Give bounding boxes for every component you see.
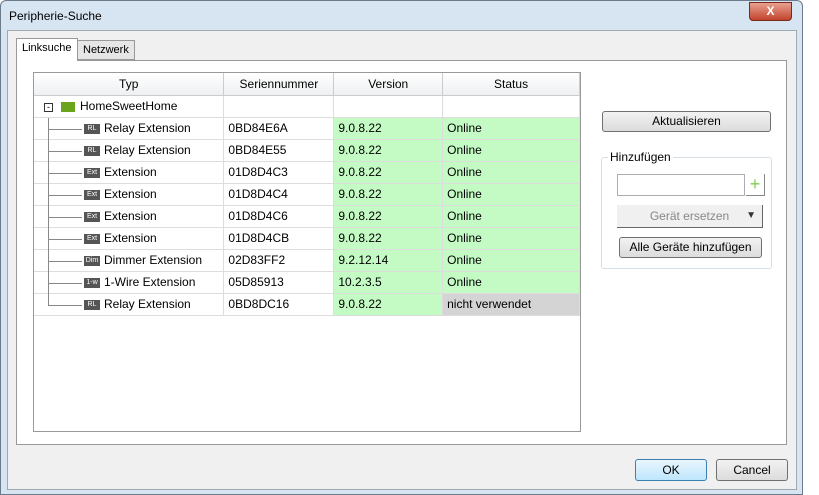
table-row[interactable]: RL Relay Extension 0BD84E55 9.0.8.22 Onli…	[34, 139, 580, 162]
table-row[interactable]: 1-w 1-Wire Extension 05D85913 10.2.3.5 On…	[34, 271, 580, 294]
table-row[interactable]: Dim Dimmer Extension 02D83FF2 9.2.12.14 O…	[34, 249, 580, 272]
tree-line	[48, 238, 82, 240]
serial: 0BD8DC16	[223, 293, 335, 316]
device-type: Extension	[104, 209, 157, 223]
serial: 05D85913	[223, 271, 335, 294]
serial: 01D8D4CB	[223, 227, 335, 250]
chevron-down-icon: ▼	[746, 210, 756, 221]
add-all-button[interactable]: Alle Geräte hinzufügen	[619, 237, 762, 258]
tree-line	[48, 194, 82, 196]
device-type: Extension	[104, 231, 157, 245]
col-version[interactable]: Version	[333, 73, 444, 96]
collapse-icon[interactable]: -	[44, 103, 53, 112]
serial: 01D8D4C3	[223, 161, 335, 184]
device-type-icon: RL	[84, 123, 100, 134]
status: Online	[442, 249, 580, 272]
tree-line	[48, 260, 82, 262]
window-title: Peripherie-Suche	[9, 9, 102, 23]
tree-line	[48, 172, 82, 174]
device-type-icon: Dim	[84, 255, 100, 266]
status: Online	[442, 271, 580, 294]
status: Online	[442, 139, 580, 162]
table-row[interactable]: Ext Extension 01D8D4C4 9.0.8.22 Online	[34, 183, 580, 206]
home-icon	[61, 101, 75, 112]
tab-panel: Typ Seriennummer Version Status - HomeSwe…	[16, 60, 787, 445]
device-type: Dimmer Extension	[104, 253, 203, 267]
dialog-client: Linksuche Netzwerk Typ Seriennummer Vers…	[7, 30, 797, 490]
version: 9.0.8.22	[333, 227, 444, 250]
device-type: 1-Wire Extension	[104, 275, 196, 289]
tab-linksuche[interactable]: Linksuche	[16, 38, 78, 61]
close-button[interactable]: X	[749, 2, 792, 21]
device-type: Relay Extension	[104, 121, 191, 135]
tab-netzwerk[interactable]: Netzwerk	[77, 40, 135, 60]
device-type-icon: RL	[84, 299, 100, 310]
version: 9.0.8.22	[333, 161, 444, 184]
dialog-window: Peripherie-Suche X Linksuche Netzwerk Ty…	[0, 0, 803, 495]
device-table[interactable]: Typ Seriennummer Version Status - HomeSwe…	[33, 72, 581, 432]
serial: 01D8D4C4	[223, 183, 335, 206]
col-status[interactable]: Status	[442, 73, 580, 96]
table-row[interactable]: RL Relay Extension 0BD8DC16 9.0.8.22 nich…	[34, 293, 580, 316]
tree-line	[48, 216, 82, 218]
serial: 02D83FF2	[223, 249, 335, 272]
root-label: HomeSweetHome	[80, 99, 178, 113]
serial-input[interactable]	[617, 174, 745, 196]
tree-line	[48, 293, 49, 305]
cancel-button[interactable]: Cancel	[716, 459, 788, 481]
tree-line	[48, 304, 82, 306]
version: 9.2.12.14	[333, 249, 444, 272]
device-type: Extension	[104, 187, 157, 201]
add-group-label: Hinzufügen	[608, 150, 673, 164]
serial: 01D8D4C6	[223, 205, 335, 228]
table-row[interactable]: Ext Extension 01D8D4CB 9.0.8.22 Online	[34, 227, 580, 250]
tree-line	[48, 282, 82, 284]
tree-line	[48, 128, 82, 130]
version: 9.0.8.22	[333, 117, 444, 140]
col-typ[interactable]: Typ	[34, 73, 225, 96]
version: 10.2.3.5	[333, 271, 444, 294]
device-type: Relay Extension	[104, 143, 191, 157]
add-group: Hinzufügen + Gerät ersetzen ▼ Alle Geräte…	[601, 150, 772, 269]
plus-button[interactable]: +	[746, 174, 765, 196]
device-type: Relay Extension	[104, 297, 191, 311]
table-row[interactable]: Ext Extension 01D8D4C6 9.0.8.22 Online	[34, 205, 580, 228]
status: Online	[442, 227, 580, 250]
version: 9.0.8.22	[333, 293, 444, 316]
version: 9.0.8.22	[333, 183, 444, 206]
status: Online	[442, 161, 580, 184]
table-row[interactable]: RL Relay Extension 0BD84E6A 9.0.8.22 Onli…	[34, 117, 580, 140]
device-type-icon: Ext	[84, 189, 100, 200]
version: 9.0.8.22	[333, 139, 444, 162]
tree-line	[48, 150, 82, 152]
status: Online	[442, 205, 580, 228]
device-type: Extension	[104, 165, 157, 179]
device-type-icon: Ext	[84, 233, 100, 244]
col-serial[interactable]: Seriennummer	[223, 73, 335, 96]
device-type-icon: Ext	[84, 211, 100, 222]
table-row[interactable]: Ext Extension 01D8D4C3 9.0.8.22 Online	[34, 161, 580, 184]
status: Online	[442, 117, 580, 140]
serial: 0BD84E55	[223, 139, 335, 162]
status: Online	[442, 183, 580, 206]
refresh-button[interactable]: Aktualisieren	[602, 111, 771, 132]
device-type-icon: 1-w	[84, 277, 100, 288]
ok-button[interactable]: OK	[635, 459, 707, 481]
serial: 0BD84E6A	[223, 117, 335, 140]
replace-label: Gerät ersetzen	[649, 209, 730, 223]
device-type-icon: Ext	[84, 167, 100, 178]
status: nicht verwendet	[442, 293, 580, 316]
tree-root[interactable]: - HomeSweetHome	[34, 95, 580, 118]
device-type-icon: RL	[84, 145, 100, 156]
version: 9.0.8.22	[333, 205, 444, 228]
replace-dropdown[interactable]: Gerät ersetzen ▼	[617, 205, 763, 228]
